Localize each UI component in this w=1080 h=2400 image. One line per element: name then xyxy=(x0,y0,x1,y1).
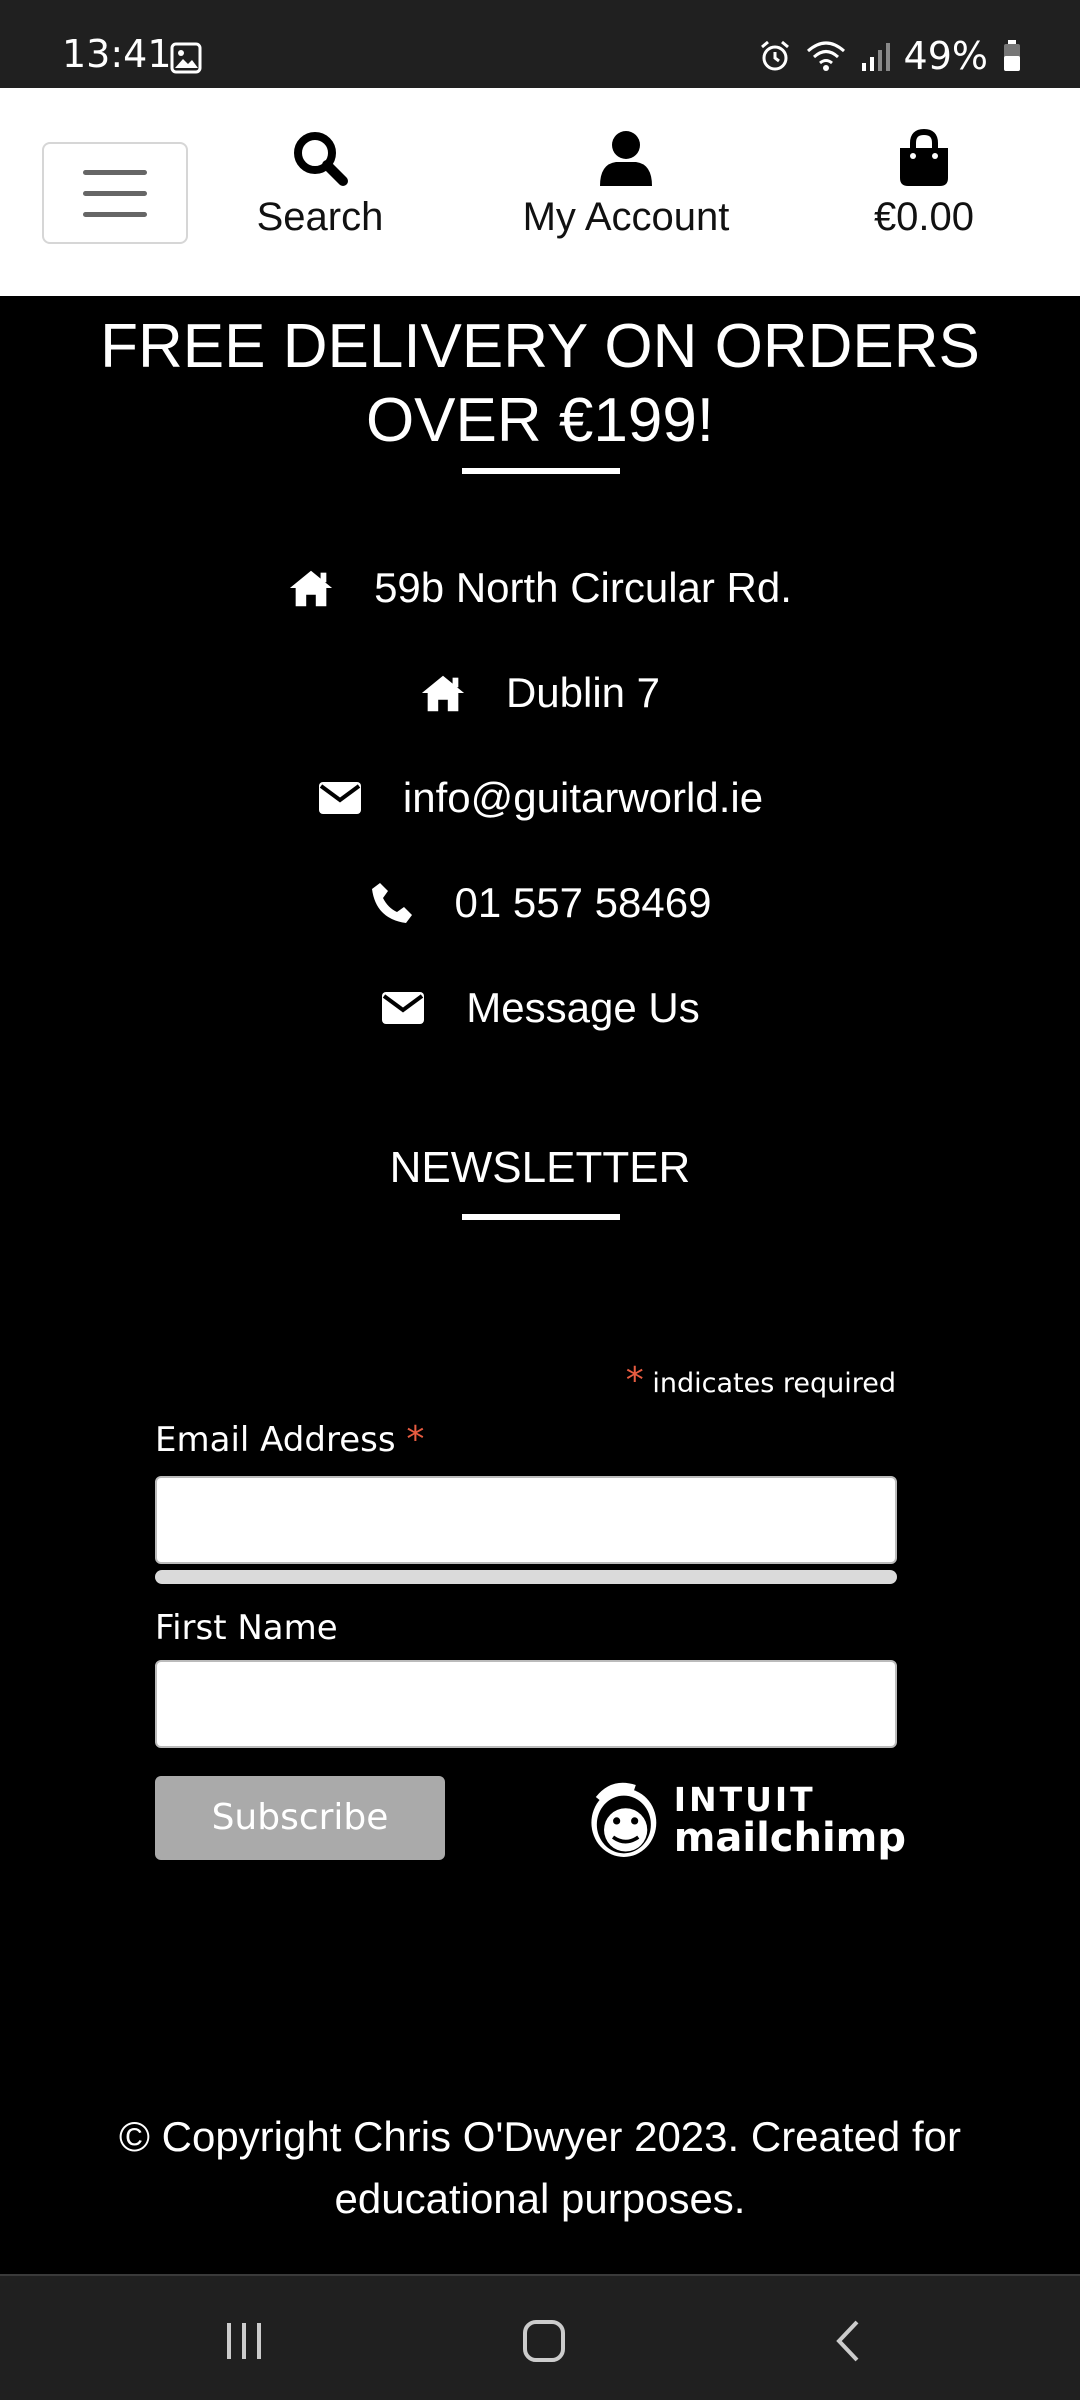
battery-percent: 49% xyxy=(903,34,988,78)
my-account-label: My Account xyxy=(522,195,730,239)
back-button[interactable] xyxy=(808,2306,888,2376)
recent-apps-icon xyxy=(227,2323,261,2359)
recent-apps-button[interactable] xyxy=(204,2306,284,2376)
contact-email[interactable]: info@guitarworld.ie xyxy=(0,768,1080,828)
user-icon xyxy=(600,131,652,186)
required-star: * xyxy=(625,1360,644,1401)
message-us-link[interactable]: Message Us xyxy=(466,983,699,1033)
required-note: * indicates required xyxy=(626,1363,896,1401)
mailchimp-logo[interactable]: INTUIT mailchimp xyxy=(586,1772,906,1868)
home-icon xyxy=(523,2320,565,2362)
email-link[interactable]: info@guitarworld.ie xyxy=(403,773,763,823)
email-label-text: Email Address xyxy=(155,1420,396,1460)
android-nav-bar xyxy=(0,2274,1080,2400)
cart-total: €0.00 xyxy=(873,195,975,239)
phone-icon xyxy=(369,880,415,926)
envelope-icon xyxy=(380,985,426,1031)
image-icon xyxy=(170,42,202,74)
delivery-line-2: OVER €199! xyxy=(365,386,715,455)
menu-button[interactable] xyxy=(42,142,188,244)
mailchimp-freddie-icon xyxy=(591,1782,657,1857)
email-required-star: * xyxy=(406,1419,425,1460)
menu-icon-line xyxy=(83,190,147,196)
my-account-link[interactable]: My Account xyxy=(500,128,752,240)
first-name-label: First Name xyxy=(155,1608,338,1648)
status-right: 49% xyxy=(758,34,1022,78)
address-line-2: Dublin 7 xyxy=(505,669,661,716)
search-link[interactable]: Search xyxy=(232,128,408,240)
contact-address-line2: Dublin 7 xyxy=(0,663,1080,723)
footer-section: FREE DELIVERY ON ORDERS OVER €199! 59b N… xyxy=(0,296,1080,2274)
status-bar: 13:41 49% xyxy=(0,0,1080,88)
home-icon xyxy=(288,565,334,611)
copyright: © Copyright Chris O'Dwyer 2023. Created … xyxy=(60,2106,1020,2230)
signal-icon xyxy=(861,43,890,71)
delivery-line-1: FREE DELIVERY ON ORDERS xyxy=(100,312,980,381)
search-icon xyxy=(294,132,348,186)
newsletter-heading: NEWSLETTER xyxy=(389,1143,691,1192)
envelope-icon xyxy=(317,775,363,821)
address-line-1: 59b North Circular Rd. xyxy=(374,564,792,611)
newsletter-underline xyxy=(462,1214,620,1220)
home-button[interactable] xyxy=(504,2306,584,2376)
alarm-icon xyxy=(760,40,789,71)
cart-link[interactable]: €0.00 xyxy=(848,128,1000,240)
delivery-heading: FREE DELIVERY ON ORDERS OVER €199! xyxy=(80,310,1000,458)
copyright-line-1: © Copyright Chris O'Dwyer 2023. Created … xyxy=(119,2113,961,2160)
phone-link[interactable]: 01 557 58469 xyxy=(455,878,712,928)
wifi-icon xyxy=(806,41,845,71)
email-input[interactable] xyxy=(155,1476,897,1564)
home-icon xyxy=(420,670,466,716)
status-time: 13:41 xyxy=(62,32,172,76)
first-name-input[interactable] xyxy=(155,1660,897,1748)
search-label: Search xyxy=(256,195,384,239)
delivery-underline xyxy=(462,468,620,474)
email-label: Email Address * xyxy=(155,1419,425,1461)
site-header: Search My Account €0.00 xyxy=(0,88,1080,296)
copyright-line-2: educational purposes. xyxy=(334,2175,746,2222)
battery-icon xyxy=(1004,40,1020,71)
contact-phone[interactable]: 01 557 58469 xyxy=(0,873,1080,933)
contact-message[interactable]: Message Us xyxy=(0,978,1080,1038)
menu-icon-line xyxy=(83,211,147,217)
menu-icon xyxy=(83,169,147,175)
required-note-text: indicates required xyxy=(652,1368,896,1399)
mailchimp-brand-bottom: mailchimp xyxy=(673,1814,906,1861)
email-field-bar xyxy=(155,1570,897,1584)
shopping-bag-icon xyxy=(900,128,948,186)
mailchimp-wordmark: INTUIT mailchimp xyxy=(674,1783,906,1858)
mailchimp-brand-top: INTUIT xyxy=(673,1779,816,1819)
back-icon xyxy=(836,2320,859,2362)
subscribe-button[interactable]: Subscribe xyxy=(155,1776,445,1860)
contact-address-line1: 59b North Circular Rd. xyxy=(0,558,1080,618)
